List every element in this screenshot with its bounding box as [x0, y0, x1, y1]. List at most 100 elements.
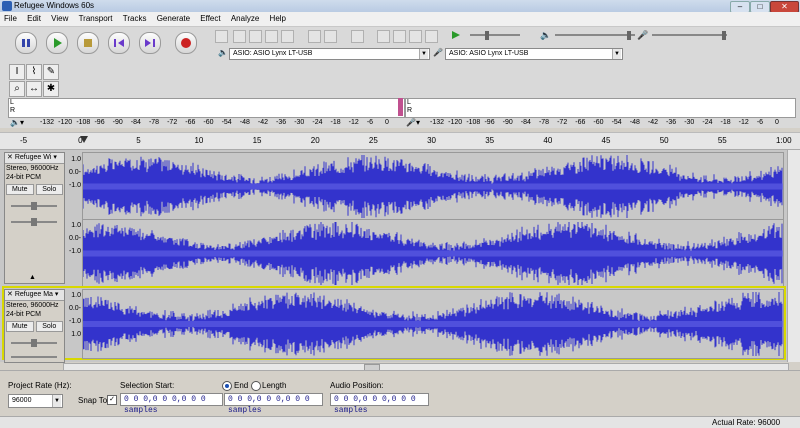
length-label: Length: [262, 381, 287, 390]
skip-end-button[interactable]: [139, 32, 161, 54]
sync-lock-icon[interactable]: [351, 30, 364, 43]
meter-tick-label: -6: [366, 119, 374, 126]
menu-effect[interactable]: Effect: [200, 14, 220, 23]
paste-icon[interactable]: [249, 30, 262, 43]
speaker-icon: 🔈: [218, 48, 228, 57]
solo-button[interactable]: Solo: [35, 321, 63, 332]
timeline-label: 35: [485, 136, 495, 145]
vertical-scrollbar[interactable]: [787, 150, 800, 362]
record-button[interactable]: [175, 32, 197, 54]
time-shift-tool-icon[interactable]: ↔: [26, 81, 42, 97]
scale-label: 1.0: [71, 292, 81, 299]
snap-to-checkbox[interactable]: ✓: [107, 395, 117, 405]
playback-device-select[interactable]: ASIO: ASIO Lynx LT-USB ▼: [229, 48, 430, 60]
meter-tick-label: -66: [575, 119, 586, 126]
menu-edit[interactable]: Edit: [27, 14, 41, 23]
fit-project-icon[interactable]: [425, 30, 438, 43]
meter-tick-label: -108: [466, 119, 481, 126]
meter-tick-label: -90: [112, 119, 123, 126]
output-volume-slider[interactable]: [555, 34, 635, 36]
zoom-out-icon[interactable]: [393, 30, 406, 43]
track-name-menu[interactable]: ✕ Refugee Ma ▾: [5, 290, 64, 301]
mute-button[interactable]: Mute: [6, 321, 34, 332]
play-meter-icon[interactable]: [451, 30, 461, 40]
slider-thumb[interactable]: [627, 31, 631, 40]
microphone-meter-icon[interactable]: 🎤▾: [406, 118, 420, 127]
waveform-channel-left[interactable]: [82, 152, 784, 221]
slider-thumb[interactable]: [31, 339, 37, 347]
menu-analyze[interactable]: Analyze: [231, 14, 259, 23]
chevron-down-icon: ▼: [419, 49, 428, 59]
slider-thumb[interactable]: [722, 31, 726, 40]
multi-tool-icon[interactable]: ✱: [43, 81, 59, 97]
silence-icon[interactable]: [281, 30, 294, 43]
speaker-icon: 🔈: [540, 30, 552, 40]
meter-tick-label: -24: [312, 119, 323, 126]
recording-device-select[interactable]: ASIO: ASIO Lynx LT-USB ▼: [445, 48, 623, 60]
pause-button[interactable]: [15, 32, 37, 54]
undo-icon[interactable]: [308, 30, 321, 43]
amplitude-scale: 1.0 0.0- -1.0: [63, 219, 81, 258]
collapse-arrow-icon[interactable]: ▲: [29, 274, 36, 281]
timeline-label: 45: [601, 136, 611, 145]
envelope-tool-icon[interactable]: ⌇: [26, 64, 42, 80]
cut-icon[interactable]: [215, 30, 228, 43]
stop-button[interactable]: [77, 32, 99, 54]
meter-tick-label: -54: [611, 119, 622, 126]
menu-help[interactable]: Help: [270, 14, 286, 23]
slider-thumb[interactable]: [31, 218, 37, 226]
menu-generate[interactable]: Generate: [157, 14, 190, 23]
timeline-label: 10: [194, 136, 204, 145]
playback-level-slider[interactable]: [470, 34, 520, 36]
fit-selection-icon[interactable]: [409, 30, 422, 43]
audio-position-label: Audio Position:: [330, 381, 384, 390]
slider-thumb[interactable]: [31, 202, 37, 210]
project-rate-select[interactable]: 96000 ▼: [8, 394, 63, 408]
zoom-tool-icon[interactable]: ⌕: [9, 81, 25, 97]
mute-button[interactable]: Mute: [6, 184, 34, 195]
selection-end-field[interactable]: 0 0 0,0 0 0,0 0 0 samples: [224, 393, 323, 415]
speaker-meter-icon[interactable]: 🔈▾: [10, 118, 24, 127]
trim-icon[interactable]: [265, 30, 278, 43]
track-name-menu[interactable]: ✕ Refugee Wi ▾: [5, 153, 64, 164]
meter-scale-right: -132 -120 -108 -96 -90 -84 -78 -72 -66 -60 -54 -48-…: [430, 119, 788, 128]
track-name: Refugee Wi: [14, 154, 52, 161]
length-radio[interactable]: [251, 381, 261, 391]
menu-tracks[interactable]: Tracks: [123, 14, 147, 23]
draw-tool-icon[interactable]: ✎: [43, 64, 59, 80]
redo-icon[interactable]: [324, 30, 337, 43]
selection-tool-icon[interactable]: I: [9, 64, 25, 80]
meter-tick-label: -108: [76, 119, 91, 126]
toolbar-area: 🔈 🎤 🔈 ASIO: ASIO Lynx LT-USB ▼ 🎤 ASIO: A…: [0, 27, 800, 128]
menu-file[interactable]: File: [4, 14, 17, 23]
waveform-channel-right[interactable]: [82, 219, 784, 288]
meter-tick-label: -48: [239, 119, 250, 126]
scale-label: 0.0-: [68, 169, 81, 176]
tracks-panel: ✕ Refugee Wi ▾ Stereo, 96000Hz 24-bit PC…: [0, 150, 787, 363]
end-radio[interactable]: [222, 381, 232, 391]
solo-button[interactable]: Solo: [35, 184, 63, 195]
play-button[interactable]: [46, 32, 68, 54]
copy-icon[interactable]: [233, 30, 246, 43]
meter-channel-right: R: [407, 107, 413, 114]
meter-channel-left: L: [10, 99, 14, 106]
project-rate-value: 96000: [12, 397, 32, 404]
meter-tick-label: -12: [348, 119, 359, 126]
playback-meter[interactable]: L R: [8, 98, 405, 118]
recording-meter[interactable]: L R: [405, 98, 796, 118]
pan-slider[interactable]: [11, 356, 57, 358]
menu-view[interactable]: View: [51, 14, 68, 23]
audio-position-field[interactable]: 0 0 0,0 0 0,0 0 0 samples: [330, 393, 429, 415]
skip-start-button[interactable]: [108, 32, 130, 54]
waveform: [83, 292, 783, 356]
input-volume-slider[interactable]: [652, 34, 727, 36]
waveform-rms: [83, 321, 783, 327]
timeline-ruler[interactable]: -5 0 5 10 15 20 25 30 35 40 45 50 55 1:00: [0, 132, 800, 150]
selection-start-field[interactable]: 0 0 0,0 0 0,0 0 0 samples: [120, 393, 223, 415]
zoom-in-icon[interactable]: [377, 30, 390, 43]
menu-transport[interactable]: Transport: [79, 14, 113, 23]
meter-tick-label: -36: [276, 119, 287, 126]
waveform-channel-left[interactable]: [82, 289, 784, 359]
playhead-marker[interactable]: [80, 136, 89, 143]
slider-thumb[interactable]: [485, 31, 489, 40]
